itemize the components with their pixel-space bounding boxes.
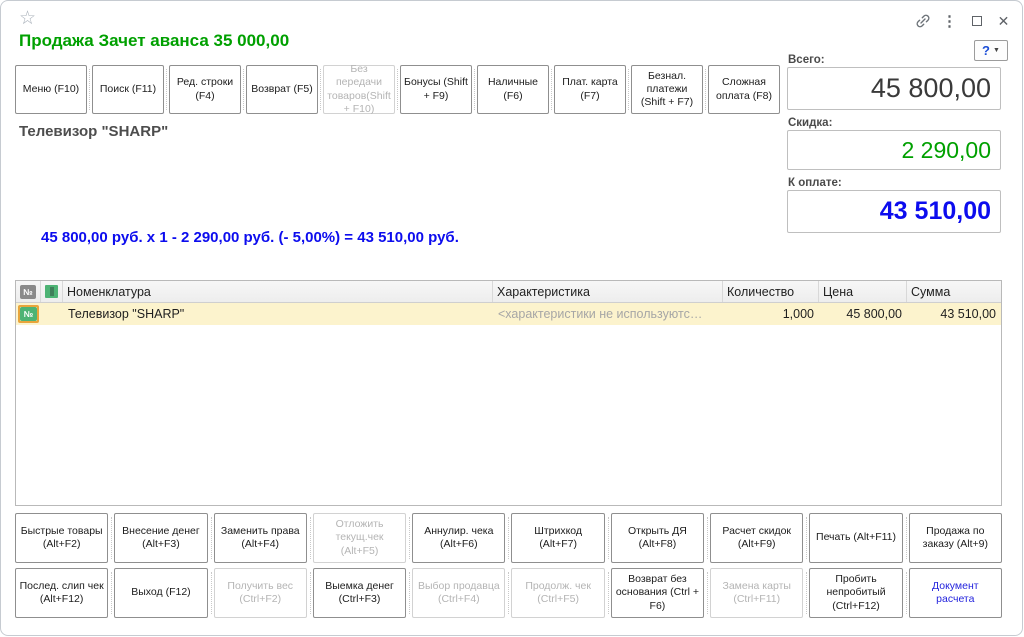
help-icon: ?	[982, 43, 990, 58]
row-cursor: №	[18, 305, 39, 323]
row-num-badge-icon: №	[20, 307, 37, 321]
complex-payment-button[interactable]: Сложная оплата (F8)	[708, 65, 780, 114]
search-button[interactable]: Поиск (F11)	[92, 65, 164, 114]
product-title: Телевизор "SHARP"	[19, 123, 168, 140]
maximize-button[interactable]	[963, 11, 990, 31]
cashless-payments-button[interactable]: Безнал. платежи (Shift + F7)	[631, 65, 703, 114]
pos-window: ☆ ⋮ ✕ Продажа Зачет аванса 35 000,00 ? ▼…	[0, 0, 1023, 636]
favorites-star-icon[interactable]: ☆	[19, 7, 36, 30]
titlebar-controls: ⋮ ✕	[909, 11, 1017, 31]
punch-unpunched-button[interactable]: Пробить непробитый (Ctrl+F12)	[809, 568, 902, 618]
total-field[interactable]: 45 800,00	[787, 67, 1001, 110]
get-weight-button: Получить вес (Ctrl+F2)	[214, 568, 307, 618]
deposit-money-button[interactable]: Внесение денег (Alt+F3)	[114, 513, 207, 563]
cell-characteristic: <характеристики не используютс…	[493, 303, 723, 325]
toolbar-bottom-row1: Быстрые товары (Alt+F2) Внесение денег (…	[15, 513, 1002, 563]
characteristic-icon	[45, 285, 58, 298]
cash-button[interactable]: Наличные (F6)	[477, 65, 549, 114]
num-badge-icon: №	[20, 285, 36, 299]
table-row[interactable]: № Телевизор "SHARP" <характеристики не и…	[16, 303, 1001, 325]
discount-label: Скидка:	[788, 117, 832, 129]
cell-price: 45 800,00	[819, 303, 907, 325]
link-icon[interactable]	[909, 11, 936, 31]
annul-receipt-button[interactable]: Аннулир. чека (Alt+F6)	[412, 513, 505, 563]
cash-withdrawal-button[interactable]: Выемка денег (Ctrl+F3)	[313, 568, 406, 618]
cell-quantity: 1,000	[723, 303, 819, 325]
bonuses-button[interactable]: Бонусы (Shift + F9)	[400, 65, 472, 114]
total-label: Всего:	[788, 54, 825, 66]
barcode-button[interactable]: Штрихкод (Alt+F7)	[511, 513, 604, 563]
col-sum-header: Сумма	[907, 281, 1001, 302]
change-rights-button[interactable]: Заменить права (Alt+F4)	[214, 513, 307, 563]
due-label: К оплате:	[788, 177, 842, 189]
payment-card-button[interactable]: Плат. карта (F7)	[554, 65, 626, 114]
print-button[interactable]: Печать (Alt+F11)	[809, 513, 902, 563]
open-drawer-button[interactable]: Открыть ДЯ (Alt+F8)	[611, 513, 704, 563]
price-formula: 45 800,00 руб. x 1 - 2 290,00 руб. (- 5,…	[41, 229, 459, 246]
edit-row-button[interactable]: Ред. строки (F4)	[169, 65, 241, 114]
col-qty-header: Количество	[723, 281, 819, 302]
chevron-down-icon: ▼	[993, 47, 1000, 54]
col-name-header: Номенклатура	[63, 281, 493, 302]
menu-button[interactable]: Меню (F10)	[15, 65, 87, 114]
discount-calc-button[interactable]: Расчет скидок (Alt+F9)	[710, 513, 803, 563]
return-button[interactable]: Возврат (F5)	[246, 65, 318, 114]
col-num-header: №	[16, 281, 41, 302]
toolbar-top: Меню (F10) Поиск (F11) Ред. строки (F4) …	[15, 65, 787, 114]
exit-button[interactable]: Выход (F12)	[114, 568, 207, 618]
toolbar-bottom-row2: Послед. слип чек (Alt+F12) Выход (F12) П…	[15, 568, 1002, 618]
continue-receipt-button: Продолж. чек (Ctrl+F5)	[511, 568, 604, 618]
sale-by-order-button[interactable]: Продажа по заказу (Alt+9)	[909, 513, 1002, 563]
col-char-header: Характеристика	[493, 281, 723, 302]
last-slip-button[interactable]: Послед. слип чек (Alt+F12)	[15, 568, 108, 618]
cell-name: Телевизор "SHARP"	[63, 303, 493, 325]
discount-field[interactable]: 2 290,00	[787, 130, 1001, 170]
quick-goods-button[interactable]: Быстрые товары (Alt+F2)	[15, 513, 108, 563]
no-goods-transfer-button: Без передачи товаров(Shift + F10)	[323, 65, 395, 114]
select-seller-button: Выбор продавца (Ctrl+F4)	[412, 568, 505, 618]
help-button[interactable]: ? ▼	[974, 40, 1008, 61]
more-menu-icon[interactable]: ⋮	[936, 11, 963, 31]
items-table: № Номенклатура Характеристика Количество…	[15, 280, 1002, 506]
replace-card-button: Замена карты (Ctrl+F11)	[710, 568, 803, 618]
table-header: № Номенклатура Характеристика Количество…	[16, 281, 1001, 303]
page-title: Продажа Зачет аванса 35 000,00	[19, 31, 289, 51]
defer-receipt-button: Отложить текущ.чек (Alt+F5)	[313, 513, 406, 563]
close-button[interactable]: ✕	[990, 11, 1017, 31]
cell-sum: 43 510,00	[907, 303, 1001, 325]
col-icon-header	[41, 281, 63, 302]
col-price-header: Цена	[819, 281, 907, 302]
due-field[interactable]: 43 510,00	[787, 190, 1001, 233]
settlement-document-button[interactable]: Документ расчета	[909, 568, 1002, 618]
return-no-reason-button[interactable]: Возврат без основания (Ctrl + F6)	[611, 568, 704, 618]
